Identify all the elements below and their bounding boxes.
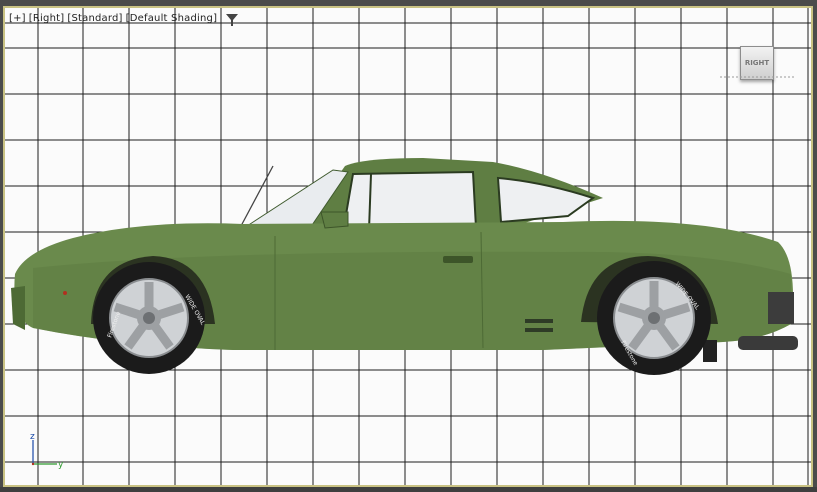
viewport-shading-menu[interactable]: [Default Shading] [126,13,218,24]
viewcube-compass-ring[interactable] [718,73,796,82]
car-model[interactable]: WIDE OVAL Firestone WIDE OVAL Firestone [3,6,813,487]
right-viewport[interactable]: WIDE OVAL Firestone WIDE OVAL Firestone … [3,6,813,487]
viewport-label-menu[interactable]: [+] [Right] [Standard] [Default Shading] [9,13,220,24]
axis-y-label: y [58,460,64,470]
front-wheel [93,262,205,374]
viewport-frame: WIDE OVAL Firestone WIDE OVAL Firestone … [0,0,817,492]
viewport-plus-menu[interactable]: [+] [9,13,26,24]
rear-wheel [597,261,711,375]
viewport-standard-menu[interactable]: [Standard] [67,13,122,24]
bottom-bar [0,487,817,492]
axis-tripod: z y [30,432,64,470]
axis-z-label: z [30,432,35,442]
viewcube-face-label: RIGHT [744,59,770,67]
filter-icon[interactable] [226,14,238,26]
viewport-view-menu[interactable]: [Right] [29,13,65,24]
